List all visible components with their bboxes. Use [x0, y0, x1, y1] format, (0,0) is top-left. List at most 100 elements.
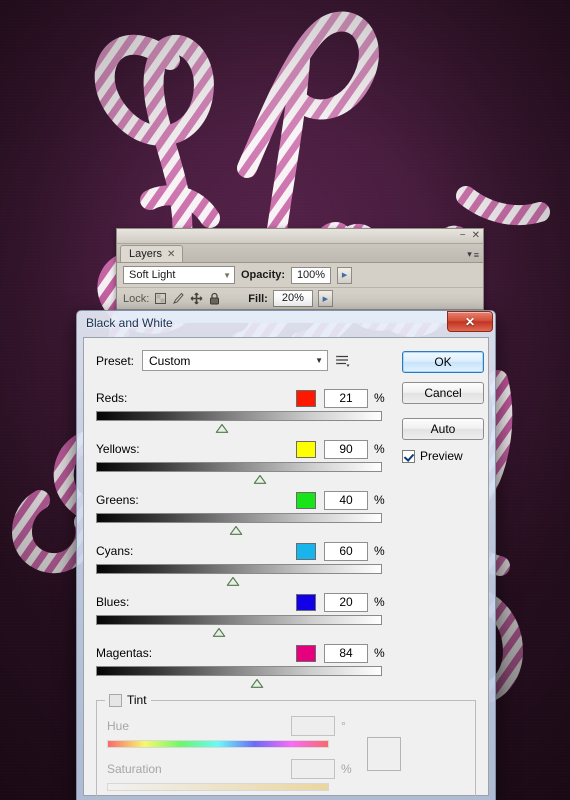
slider-value-input[interactable]: 40: [324, 490, 368, 510]
tint-fields: Hue ° Saturation %: [107, 715, 353, 791]
color-sliders-list: Reds: 21% Yellows: 90% Greens: 40% Cyans: 60% Bl…: [96, 388, 388, 688]
chevron-down-icon: ▼: [223, 270, 231, 280]
slider-thumb[interactable]: [215, 420, 228, 433]
slider-value-input[interactable]: 21: [324, 388, 368, 408]
slider-thumb[interactable]: [253, 471, 266, 484]
slider-unit: %: [374, 646, 385, 660]
slider-unit: %: [374, 391, 385, 405]
lock-position-move-icon[interactable]: [190, 292, 203, 305]
slider-track-wrap[interactable]: [96, 615, 388, 637]
close-icon[interactable]: ✕: [472, 229, 480, 242]
preset-options-icon[interactable]: [336, 353, 352, 369]
slider-unit: %: [374, 493, 385, 507]
tint-color-swatch[interactable]: [367, 737, 401, 771]
minimize-icon[interactable]: −: [460, 229, 466, 242]
layers-panel-titlebar: − ✕: [117, 229, 483, 244]
slider-unit: %: [374, 595, 385, 609]
lock-all-padlock-icon[interactable]: [208, 292, 221, 305]
close-button[interactable]: ✕: [447, 311, 493, 332]
slider-label: Yellows:: [96, 442, 140, 456]
tab-close-icon[interactable]: ✕: [167, 249, 175, 260]
dialog-titlebar[interactable]: Black and White ✕: [76, 310, 496, 336]
slider-value-input[interactable]: 60: [324, 541, 368, 561]
slider-track[interactable]: [96, 462, 382, 472]
lock-label: Lock:: [123, 292, 150, 305]
fill-value[interactable]: 20%: [272, 290, 313, 307]
hue-input[interactable]: [291, 716, 335, 736]
preview-label: Preview: [420, 449, 463, 463]
slider-value-input[interactable]: 84: [324, 643, 368, 663]
cancel-button[interactable]: Cancel: [402, 382, 484, 404]
slider-label: Greens:: [96, 493, 139, 507]
slider-header: Reds: 21%: [96, 388, 388, 408]
slider-track-wrap[interactable]: [96, 513, 388, 535]
saturation-input[interactable]: [291, 759, 335, 779]
chevron-down-icon: ▼: [315, 356, 324, 365]
slider-track[interactable]: [96, 615, 382, 625]
slider-track[interactable]: [96, 411, 382, 421]
slider-thumb[interactable]: [226, 573, 240, 586]
slider-greens: Greens: 40%: [96, 490, 388, 535]
slider-label: Reds:: [96, 391, 128, 405]
slider-cyans: Cyans: 60%: [96, 541, 388, 586]
saturation-slider-track[interactable]: [107, 783, 329, 791]
slider-value-input[interactable]: 90: [324, 439, 368, 459]
preset-label: Preset:: [96, 353, 135, 368]
preset-select[interactable]: Custom ▼: [142, 350, 329, 371]
tint-label: Tint: [127, 693, 147, 707]
panel-menu-lines-icon: ≡: [473, 249, 479, 260]
fill-stepper-icon[interactable]: ▶: [317, 290, 333, 307]
slider-label: Magentas:: [96, 646, 153, 660]
dialog-left-column: Preset: Custom ▼ Reds: 21 % Yellows: 90 …: [96, 350, 388, 694]
hue-slider-track[interactable]: [107, 740, 329, 748]
layers-blend-row: Soft Light ▼ Opacity: 100% ▶: [117, 263, 483, 287]
ok-button[interactable]: OK: [402, 351, 484, 373]
slider-label: Blues:: [96, 595, 130, 609]
tint-group: Tint Hue ° Saturation %: [96, 693, 476, 800]
opacity-stepper-icon[interactable]: ▶: [337, 266, 353, 284]
panel-menu-caret-icon: ▾: [467, 249, 472, 259]
preview-checkbox[interactable]: [402, 449, 415, 463]
hue-row: Hue °: [107, 715, 353, 737]
slider-header: Yellows: 90%: [96, 439, 388, 459]
fill-label: Fill:: [248, 292, 268, 305]
cancel-button-label: Cancel: [424, 386, 462, 400]
slider-label: Cyans:: [96, 544, 134, 558]
slider-color-swatch: [296, 491, 316, 509]
opacity-label: Opacity:: [241, 269, 286, 281]
panel-menu-icon[interactable]: ▾ ≡: [467, 249, 479, 260]
slider-track-wrap[interactable]: [96, 411, 388, 433]
auto-button[interactable]: Auto: [402, 418, 484, 440]
slider-thumb[interactable]: [212, 624, 225, 637]
preset-value: Custom: [149, 353, 191, 368]
close-icon: ✕: [464, 314, 476, 329]
tab-layers[interactable]: Layers ✕: [120, 245, 184, 262]
slider-yellows: Yellows: 90%: [96, 439, 388, 484]
black-and-white-dialog[interactable]: Black and White ✕ Preset: Custom ▼ Reds:…: [76, 310, 496, 800]
tint-legend[interactable]: Tint: [105, 693, 151, 707]
lock-image-brush-icon[interactable]: [172, 292, 185, 305]
tint-controls: Hue ° Saturation %: [107, 715, 465, 791]
layers-panel[interactable]: − ✕ Layers ✕ ▾ ≡ Soft Light ▼ Opacity: 1…: [116, 228, 484, 323]
tint-checkbox[interactable]: [109, 693, 122, 707]
slider-thumb[interactable]: [229, 522, 243, 535]
slider-magentas: Magentas: 84%: [96, 643, 388, 688]
saturation-label: Saturation: [107, 762, 162, 776]
tab-layers-label: Layers: [129, 248, 163, 260]
preview-checkbox-row[interactable]: Preview: [402, 449, 474, 463]
dialog-right-column: OK Cancel Auto Preview: [388, 350, 484, 694]
slider-header: Cyans: 60%: [96, 541, 388, 561]
lock-transparency-icon[interactable]: [154, 292, 167, 305]
layers-lock-row: Lock: Fill: 20% ▶: [117, 287, 483, 309]
blend-mode-select[interactable]: Soft Light ▼: [123, 266, 235, 284]
slider-track-wrap[interactable]: [96, 666, 388, 688]
layers-panel-tabrow: Layers ✕ ▾ ≡: [117, 244, 483, 263]
slider-track-wrap[interactable]: [96, 462, 388, 484]
slider-value-input[interactable]: 20: [324, 592, 368, 612]
opacity-value[interactable]: 100%: [291, 266, 332, 284]
slider-unit: %: [374, 544, 385, 558]
slider-thumb[interactable]: [250, 675, 263, 688]
slider-color-swatch: [296, 644, 316, 662]
slider-track-wrap[interactable]: [96, 564, 388, 586]
slider-track[interactable]: [96, 666, 382, 676]
